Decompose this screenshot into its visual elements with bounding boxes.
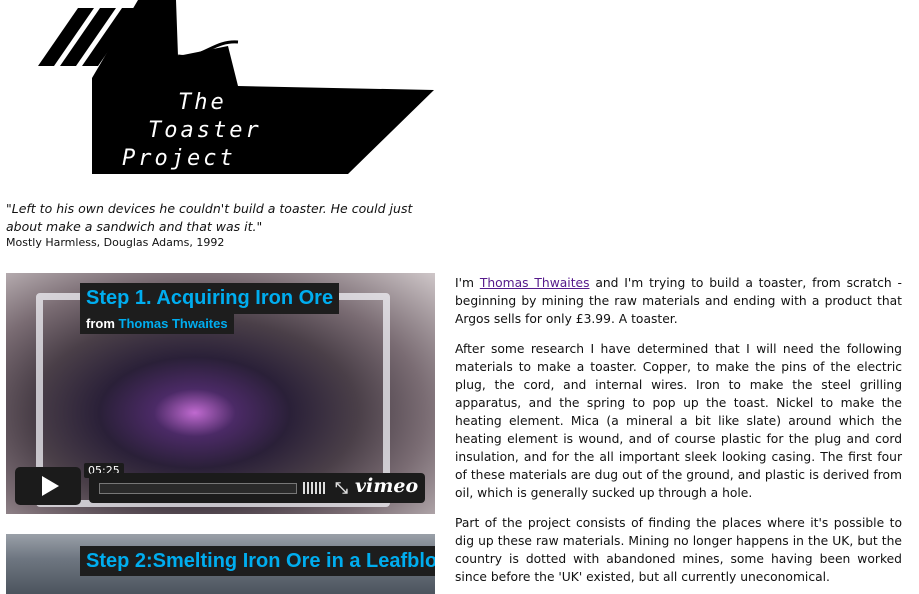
play-button[interactable] [15, 467, 81, 505]
logo-line-the: The [178, 90, 227, 115]
video-player-step2[interactable]: Step 2:Smelting Iron Ore in a Leafblower… [6, 534, 435, 594]
author-link[interactable]: Thomas Thwaites [480, 276, 590, 290]
video-title[interactable]: Step 1. Acquiring Iron Ore [80, 283, 340, 314]
video-title[interactable]: Step 2:Smelting Iron Ore in a Leafblower… [80, 546, 435, 576]
materials-paragraph: After some research I have determined th… [455, 342, 902, 500]
intro-prefix: I'm [455, 276, 480, 290]
vimeo-logo[interactable]: vimeo [355, 475, 418, 497]
logo-line-toaster: Toaster [148, 118, 262, 143]
fullscreen-icon[interactable]: ⤡ [335, 478, 348, 498]
video-byline: from Thomas Thwaites [80, 313, 234, 334]
quote-citation: Mostly Harmless, Douglas Adams, 1992 [6, 236, 225, 249]
toaster-project-logo: The Toaster Project [38, 0, 438, 184]
video-control-bar: ⤡ vimeo [89, 473, 425, 503]
volume-icon[interactable] [303, 482, 327, 494]
video-player-step1[interactable]: Step 1. Acquiring Iron Ore from Thomas T… [6, 273, 435, 514]
mining-paragraph: Part of the project consists of finding … [455, 516, 902, 584]
quote-text: "Left to his own devices he couldn't bui… [6, 201, 413, 234]
video-author-link[interactable]: Thomas Thwaites [119, 316, 228, 331]
intro-paragraph: I'm Thomas Thwaites and I'm trying to bu… [455, 274, 902, 328]
video-from-label: from [86, 316, 115, 331]
video-progress-track[interactable] [99, 483, 297, 494]
logo-line-project: Project [122, 146, 236, 171]
